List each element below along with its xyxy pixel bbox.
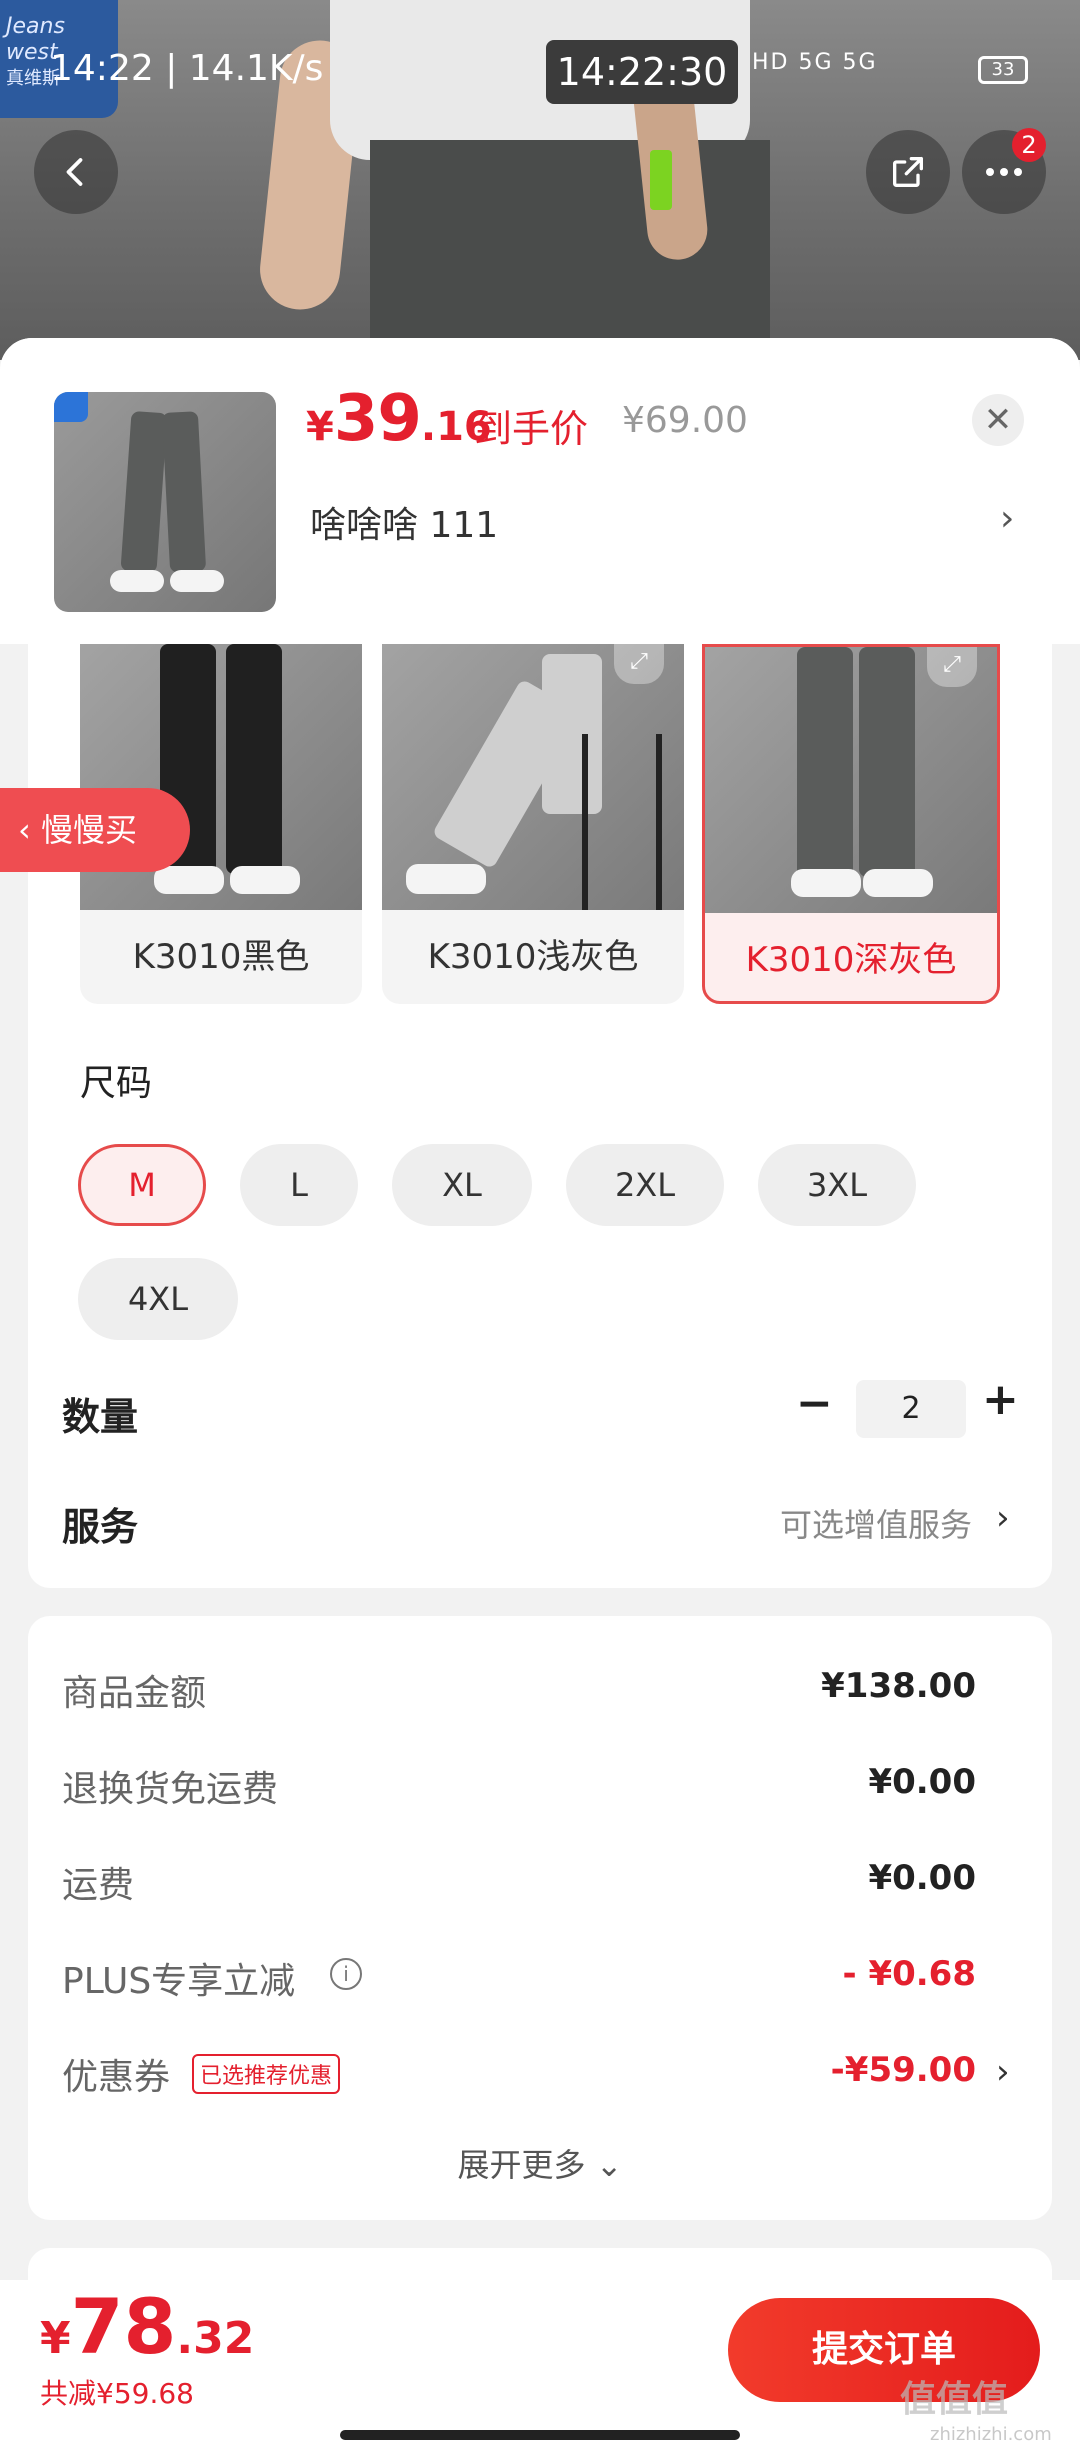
pants-leg — [120, 410, 168, 574]
breakdown-label: PLUS专享立减 — [62, 1961, 296, 2002]
expand-more-label: 展开更多 — [457, 2146, 586, 2184]
slow-buy-label: 慢慢买 — [40, 811, 137, 849]
shoe — [863, 869, 933, 897]
size-section-title: 尺码 — [80, 1063, 153, 1104]
color-option-label: K3010浅灰色 — [427, 937, 639, 977]
chevron-down-icon: ⌄ — [595, 2146, 623, 2184]
watermark-url: zhizhizhi.com — [930, 2424, 1052, 2445]
pants-leg — [797, 647, 853, 877]
status-clock: 14:22:30 — [546, 40, 738, 104]
breakdown-value: ¥138.00 — [821, 1666, 976, 1706]
size-option-4xl[interactable]: 4XL — [78, 1258, 238, 1340]
total-integer: 78 — [70, 2282, 177, 2371]
home-indicator[interactable] — [340, 2430, 740, 2440]
coupon-tag: 已选推荐优惠 — [192, 2054, 341, 2094]
chevron-right-icon[interactable]: › — [996, 1498, 1010, 1538]
size-option-3xl[interactable]: 3XL — [758, 1144, 916, 1226]
color-option-label: K3010黑色 — [132, 937, 310, 977]
total-currency: ¥ — [40, 2313, 71, 2364]
service-select[interactable]: 可选增值服务 — [780, 1500, 972, 1546]
shoe — [154, 866, 224, 894]
color-option-image: ⤢ — [382, 644, 684, 910]
slow-buy-tab[interactable]: ‹ 慢慢买 — [0, 788, 190, 872]
shoe — [406, 864, 486, 894]
chevron-left-icon — [66, 158, 83, 186]
coupon-value[interactable]: -¥59.00 — [831, 2050, 976, 2090]
more-icon — [986, 168, 1022, 176]
breakdown-label: 优惠券 — [62, 2057, 171, 2098]
expand-more-button[interactable]: 展开更多 ⌄ — [0, 2140, 1080, 2186]
shoe — [110, 570, 164, 592]
pants-leg — [226, 644, 282, 874]
close-icon: ✕ — [983, 400, 1013, 440]
breakdown-value: - ¥0.68 — [842, 1954, 977, 1994]
total-price: ¥ 78 .32 — [40, 2282, 254, 2371]
breakdown-label: 商品金额 — [62, 1673, 207, 1714]
chevron-left-icon: ‹ — [18, 811, 41, 849]
thumbnail-badge-icon — [54, 392, 88, 422]
color-option-light-gray[interactable]: ⤢ K3010浅灰色 — [382, 644, 684, 1004]
pants-leg — [859, 647, 915, 877]
quantity-input[interactable]: 2 — [856, 1380, 966, 1438]
product-thumbnail[interactable] — [54, 392, 276, 612]
breakdown-label: 运费 — [62, 1865, 135, 1906]
price-currency: ¥ — [306, 404, 334, 450]
plus-icon: + — [982, 1374, 1019, 1425]
color-option-label: K3010深灰色 — [745, 940, 957, 980]
breakdown-label: 退换货免运费 — [62, 1769, 279, 1810]
shoe — [230, 866, 300, 894]
share-button[interactable] — [866, 130, 950, 214]
size-option-m[interactable]: M — [78, 1144, 206, 1226]
size-option-xl[interactable]: XL — [392, 1144, 532, 1226]
watermark-logo: 值值值 — [900, 2379, 1009, 2420]
brand-logo-text: Jeans — [6, 14, 65, 39]
battery-icon: 33 — [978, 56, 1028, 84]
notification-badge: 2 — [1012, 128, 1046, 162]
color-option-dark-gray[interactable]: ⤢ K3010深灰色 — [702, 644, 1000, 1004]
signal-icon: HD 5G 5G — [752, 50, 878, 75]
final-price: ¥ 39 .16 — [306, 382, 492, 456]
back-button[interactable] — [34, 130, 118, 214]
pants-tag — [650, 150, 672, 210]
quantity-increase-button[interactable]: + — [982, 1374, 1019, 1425]
share-icon — [893, 157, 923, 187]
shoe — [791, 869, 861, 897]
quantity-decrease-button[interactable]: − — [796, 1378, 833, 1429]
chevron-right-icon[interactable]: › — [1000, 498, 1014, 539]
original-price: ¥69.00 — [622, 400, 748, 441]
close-button[interactable]: ✕ — [972, 394, 1024, 446]
service-title: 服务 — [62, 1505, 139, 1549]
breakdown-value: ¥0.00 — [868, 1858, 976, 1898]
pants-leg — [161, 411, 207, 573]
breakdown-value: ¥0.00 — [868, 1762, 976, 1802]
color-option-image: ⤢ — [705, 647, 997, 913]
stool — [582, 734, 662, 910]
total-decimal: .32 — [176, 2313, 255, 2364]
chevron-right-icon[interactable]: › — [996, 2052, 1010, 2092]
price-label: 到手价 — [474, 407, 589, 451]
total-saved: 共减¥59.68 — [40, 2377, 194, 2410]
size-option-l[interactable]: L — [240, 1144, 358, 1226]
model-pants — [370, 140, 770, 360]
quantity-title: 数量 — [62, 1395, 139, 1439]
product-name: 啥啥啥 111 — [310, 505, 499, 546]
price-integer: 39 — [333, 382, 422, 456]
info-icon[interactable]: i — [330, 1958, 362, 1990]
expand-icon[interactable]: ⤢ — [927, 647, 977, 687]
expand-icon[interactable]: ⤢ — [614, 644, 664, 684]
status-time-network: 14:22 | 14.1K/s — [50, 48, 324, 89]
shoe — [170, 570, 224, 592]
size-option-2xl[interactable]: 2XL — [566, 1144, 724, 1226]
minus-icon: − — [796, 1378, 833, 1429]
